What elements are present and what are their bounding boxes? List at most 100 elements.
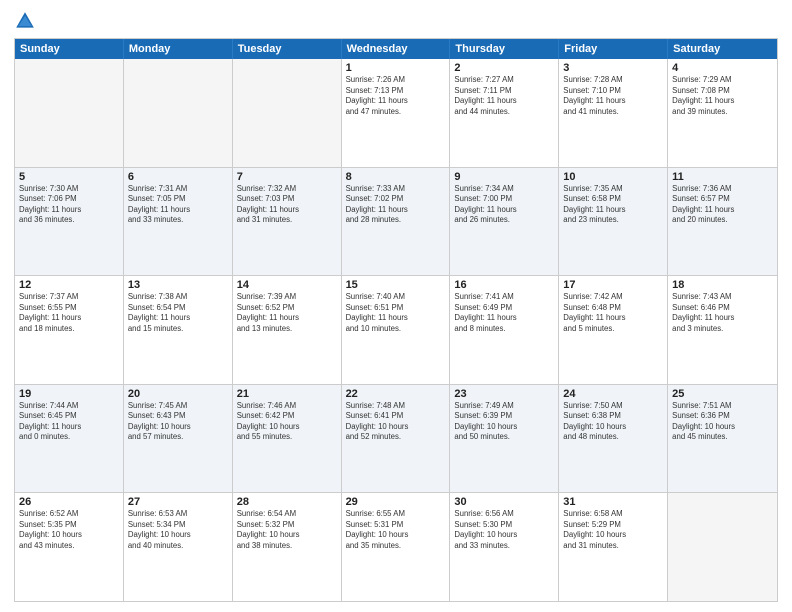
day-cell-5: 5Sunrise: 7:30 AM Sunset: 7:06 PM Daylig… — [15, 168, 124, 276]
day-number: 29 — [346, 496, 446, 508]
day-cell-13: 13Sunrise: 7:38 AM Sunset: 6:54 PM Dayli… — [124, 276, 233, 384]
header-day-wednesday: Wednesday — [342, 39, 451, 59]
day-cell-9: 9Sunrise: 7:34 AM Sunset: 7:00 PM Daylig… — [450, 168, 559, 276]
day-cell-17: 17Sunrise: 7:42 AM Sunset: 6:48 PM Dayli… — [559, 276, 668, 384]
cell-info: Sunrise: 7:33 AM Sunset: 7:02 PM Dayligh… — [346, 184, 446, 226]
day-number: 2 — [454, 62, 554, 74]
cell-info: Sunrise: 7:48 AM Sunset: 6:41 PM Dayligh… — [346, 401, 446, 443]
day-cell-6: 6Sunrise: 7:31 AM Sunset: 7:05 PM Daylig… — [124, 168, 233, 276]
calendar-row-4: 26Sunrise: 6:52 AM Sunset: 5:35 PM Dayli… — [15, 493, 777, 601]
day-cell-27: 27Sunrise: 6:53 AM Sunset: 5:34 PM Dayli… — [124, 493, 233, 601]
day-cell-2: 2Sunrise: 7:27 AM Sunset: 7:11 PM Daylig… — [450, 59, 559, 167]
day-number: 17 — [563, 279, 663, 291]
day-cell-16: 16Sunrise: 7:41 AM Sunset: 6:49 PM Dayli… — [450, 276, 559, 384]
day-number: 7 — [237, 171, 337, 183]
cell-info: Sunrise: 7:35 AM Sunset: 6:58 PM Dayligh… — [563, 184, 663, 226]
day-number: 10 — [563, 171, 663, 183]
day-cell-1: 1Sunrise: 7:26 AM Sunset: 7:13 PM Daylig… — [342, 59, 451, 167]
empty-cell-0-1 — [124, 59, 233, 167]
day-number: 9 — [454, 171, 554, 183]
day-number: 6 — [128, 171, 228, 183]
day-cell-23: 23Sunrise: 7:49 AM Sunset: 6:39 PM Dayli… — [450, 385, 559, 493]
day-cell-21: 21Sunrise: 7:46 AM Sunset: 6:42 PM Dayli… — [233, 385, 342, 493]
header-day-sunday: Sunday — [15, 39, 124, 59]
day-number: 20 — [128, 388, 228, 400]
empty-cell-4-6 — [668, 493, 777, 601]
day-number: 28 — [237, 496, 337, 508]
page: SundayMondayTuesdayWednesdayThursdayFrid… — [0, 0, 792, 612]
day-cell-20: 20Sunrise: 7:45 AM Sunset: 6:43 PM Dayli… — [124, 385, 233, 493]
cell-info: Sunrise: 6:52 AM Sunset: 5:35 PM Dayligh… — [19, 509, 119, 551]
cell-info: Sunrise: 7:34 AM Sunset: 7:00 PM Dayligh… — [454, 184, 554, 226]
day-cell-12: 12Sunrise: 7:37 AM Sunset: 6:55 PM Dayli… — [15, 276, 124, 384]
day-cell-31: 31Sunrise: 6:58 AM Sunset: 5:29 PM Dayli… — [559, 493, 668, 601]
day-number: 26 — [19, 496, 119, 508]
calendar-body: 1Sunrise: 7:26 AM Sunset: 7:13 PM Daylig… — [15, 59, 777, 601]
header-day-thursday: Thursday — [450, 39, 559, 59]
day-cell-24: 24Sunrise: 7:50 AM Sunset: 6:38 PM Dayli… — [559, 385, 668, 493]
day-number: 11 — [672, 171, 773, 183]
day-cell-29: 29Sunrise: 6:55 AM Sunset: 5:31 PM Dayli… — [342, 493, 451, 601]
cell-info: Sunrise: 7:46 AM Sunset: 6:42 PM Dayligh… — [237, 401, 337, 443]
day-cell-7: 7Sunrise: 7:32 AM Sunset: 7:03 PM Daylig… — [233, 168, 342, 276]
day-number: 4 — [672, 62, 773, 74]
cell-info: Sunrise: 7:42 AM Sunset: 6:48 PM Dayligh… — [563, 292, 663, 334]
empty-cell-0-2 — [233, 59, 342, 167]
header — [14, 10, 778, 32]
day-cell-15: 15Sunrise: 7:40 AM Sunset: 6:51 PM Dayli… — [342, 276, 451, 384]
day-number: 19 — [19, 388, 119, 400]
day-number: 25 — [672, 388, 773, 400]
cell-info: Sunrise: 6:54 AM Sunset: 5:32 PM Dayligh… — [237, 509, 337, 551]
day-number: 23 — [454, 388, 554, 400]
cell-info: Sunrise: 7:50 AM Sunset: 6:38 PM Dayligh… — [563, 401, 663, 443]
cell-info: Sunrise: 6:58 AM Sunset: 5:29 PM Dayligh… — [563, 509, 663, 551]
cell-info: Sunrise: 7:40 AM Sunset: 6:51 PM Dayligh… — [346, 292, 446, 334]
cell-info: Sunrise: 7:39 AM Sunset: 6:52 PM Dayligh… — [237, 292, 337, 334]
cell-info: Sunrise: 7:41 AM Sunset: 6:49 PM Dayligh… — [454, 292, 554, 334]
empty-cell-0-0 — [15, 59, 124, 167]
day-number: 16 — [454, 279, 554, 291]
day-cell-28: 28Sunrise: 6:54 AM Sunset: 5:32 PM Dayli… — [233, 493, 342, 601]
day-cell-10: 10Sunrise: 7:35 AM Sunset: 6:58 PM Dayli… — [559, 168, 668, 276]
cell-info: Sunrise: 7:44 AM Sunset: 6:45 PM Dayligh… — [19, 401, 119, 443]
calendar-row-1: 5Sunrise: 7:30 AM Sunset: 7:06 PM Daylig… — [15, 168, 777, 277]
calendar-header: SundayMondayTuesdayWednesdayThursdayFrid… — [15, 39, 777, 59]
cell-info: Sunrise: 7:31 AM Sunset: 7:05 PM Dayligh… — [128, 184, 228, 226]
day-cell-11: 11Sunrise: 7:36 AM Sunset: 6:57 PM Dayli… — [668, 168, 777, 276]
day-cell-8: 8Sunrise: 7:33 AM Sunset: 7:02 PM Daylig… — [342, 168, 451, 276]
cell-info: Sunrise: 7:36 AM Sunset: 6:57 PM Dayligh… — [672, 184, 773, 226]
logo-icon — [14, 10, 36, 32]
day-number: 8 — [346, 171, 446, 183]
cell-info: Sunrise: 7:51 AM Sunset: 6:36 PM Dayligh… — [672, 401, 773, 443]
cell-info: Sunrise: 7:29 AM Sunset: 7:08 PM Dayligh… — [672, 75, 773, 117]
day-number: 30 — [454, 496, 554, 508]
logo — [14, 10, 40, 32]
day-number: 24 — [563, 388, 663, 400]
day-number: 15 — [346, 279, 446, 291]
cell-info: Sunrise: 7:37 AM Sunset: 6:55 PM Dayligh… — [19, 292, 119, 334]
day-number: 14 — [237, 279, 337, 291]
cell-info: Sunrise: 7:30 AM Sunset: 7:06 PM Dayligh… — [19, 184, 119, 226]
cell-info: Sunrise: 7:27 AM Sunset: 7:11 PM Dayligh… — [454, 75, 554, 117]
day-cell-4: 4Sunrise: 7:29 AM Sunset: 7:08 PM Daylig… — [668, 59, 777, 167]
cell-info: Sunrise: 6:55 AM Sunset: 5:31 PM Dayligh… — [346, 509, 446, 551]
day-number: 18 — [672, 279, 773, 291]
day-cell-26: 26Sunrise: 6:52 AM Sunset: 5:35 PM Dayli… — [15, 493, 124, 601]
header-day-tuesday: Tuesday — [233, 39, 342, 59]
cell-info: Sunrise: 7:32 AM Sunset: 7:03 PM Dayligh… — [237, 184, 337, 226]
cell-info: Sunrise: 7:38 AM Sunset: 6:54 PM Dayligh… — [128, 292, 228, 334]
day-number: 21 — [237, 388, 337, 400]
cell-info: Sunrise: 7:45 AM Sunset: 6:43 PM Dayligh… — [128, 401, 228, 443]
calendar-row-0: 1Sunrise: 7:26 AM Sunset: 7:13 PM Daylig… — [15, 59, 777, 168]
day-cell-19: 19Sunrise: 7:44 AM Sunset: 6:45 PM Dayli… — [15, 385, 124, 493]
day-cell-18: 18Sunrise: 7:43 AM Sunset: 6:46 PM Dayli… — [668, 276, 777, 384]
cell-info: Sunrise: 7:49 AM Sunset: 6:39 PM Dayligh… — [454, 401, 554, 443]
cell-info: Sunrise: 7:43 AM Sunset: 6:46 PM Dayligh… — [672, 292, 773, 334]
cell-info: Sunrise: 7:26 AM Sunset: 7:13 PM Dayligh… — [346, 75, 446, 117]
day-number: 3 — [563, 62, 663, 74]
cell-info: Sunrise: 6:53 AM Sunset: 5:34 PM Dayligh… — [128, 509, 228, 551]
day-number: 31 — [563, 496, 663, 508]
cell-info: Sunrise: 7:28 AM Sunset: 7:10 PM Dayligh… — [563, 75, 663, 117]
day-cell-22: 22Sunrise: 7:48 AM Sunset: 6:41 PM Dayli… — [342, 385, 451, 493]
day-number: 13 — [128, 279, 228, 291]
